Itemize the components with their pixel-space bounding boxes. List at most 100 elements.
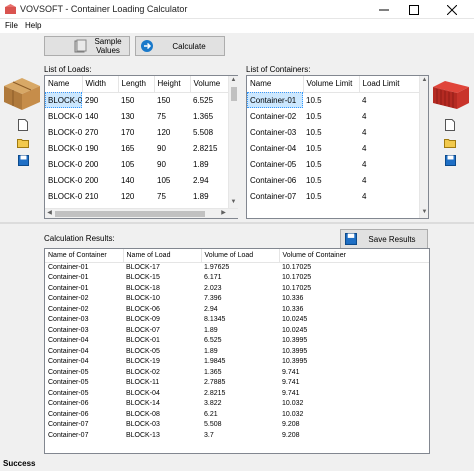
save-containers-button[interactable]	[444, 154, 456, 166]
results-table[interactable]: Name of Container Name of Load Volume of L…	[44, 248, 430, 454]
table-row[interactable]: Container-01 BLOCK-18 2.023 10.17025	[45, 283, 429, 294]
column-header[interactable]: Volume Limit	[303, 76, 360, 93]
containers-table[interactable]: Name Volume Limit Load Limit Container-01 1…	[246, 75, 429, 219]
horizontal-splitter[interactable]	[0, 222, 474, 224]
calculate-label: Calculate	[172, 41, 206, 51]
menu-help[interactable]: Help	[25, 21, 41, 30]
loads-vertical-scrollbar[interactable]: ▲ ▼	[228, 76, 238, 208]
table-row[interactable]: BLOCK-03270 170 120 5.508	[45, 124, 229, 140]
table-cell: 5.508	[204, 421, 222, 429]
maximize-button[interactable]	[399, 0, 429, 19]
table-row[interactable]: Container-04 BLOCK-01 6.525 10.3995	[45, 336, 429, 347]
vertical-splitter[interactable]	[238, 62, 241, 222]
column-header[interactable]: Name of Container	[45, 249, 124, 263]
save-icon	[444, 154, 456, 166]
table-cell: 2.023	[204, 284, 222, 292]
table-row[interactable]: Container-07 BLOCK-13 3.7 9.208	[45, 430, 429, 441]
table-cell: 3.822	[204, 400, 222, 408]
table-cell: 105	[121, 159, 135, 169]
table-row[interactable]: Container-01 10.5 4	[247, 92, 419, 108]
table-row[interactable]: BLOCK-05200 105 90 1.89	[45, 156, 229, 172]
table-cell: Container-07	[250, 191, 297, 201]
close-button[interactable]	[429, 0, 474, 19]
table-row[interactable]: Container-04 BLOCK-19 1.9845 10.3995	[45, 357, 429, 368]
table-cell: BLOCK-10	[126, 295, 160, 303]
column-header[interactable]: Volume of Container	[279, 249, 429, 263]
table-row[interactable]: Container-02 BLOCK-10 7.396 10.336	[45, 294, 429, 305]
table-cell: Container-05	[48, 389, 89, 397]
table-cell: 90	[157, 143, 166, 153]
loads-horizontal-scrollbar[interactable]: ◀ ▶	[45, 208, 238, 218]
new-loads-button[interactable]	[17, 119, 29, 131]
column-header[interactable]: Volume of Load	[201, 249, 280, 263]
table-row[interactable]: Container-05 BLOCK-02 1.365 9.741	[45, 367, 429, 378]
table-row[interactable]: Container-05 BLOCK-11 2.7885 9.741	[45, 378, 429, 389]
table-cell: BLOCK-13	[126, 431, 160, 439]
table-cell: BLOCK-15	[126, 274, 160, 282]
table-row[interactable]: Container-06 BLOCK-08 6.21 10.032	[45, 409, 429, 420]
table-row[interactable]: Container-04 BLOCK-05 1.89 10.3995	[45, 346, 429, 357]
table-row[interactable]: BLOCK-02140 130 75 1.365	[45, 108, 229, 124]
table-row[interactable]: BLOCK-06200 140 105 2.94	[45, 172, 229, 188]
table-cell: 90	[157, 159, 166, 169]
column-header[interactable]: Load Limit	[359, 76, 420, 93]
column-header[interactable]: Volume	[190, 76, 230, 93]
column-header[interactable]: Length	[118, 76, 155, 93]
table-cell: 7.396	[204, 295, 222, 303]
table-cell: 1.365	[204, 368, 222, 376]
table-row[interactable]: Container-03 BLOCK-09 8.1345 10.0245	[45, 315, 429, 326]
open-containers-button[interactable]	[444, 137, 456, 149]
table-row[interactable]: Container-06 BLOCK-14 3.822 10.032	[45, 399, 429, 410]
table-row[interactable]: Container-01 BLOCK-15 6.171 10.17025	[45, 273, 429, 284]
save-loads-button[interactable]	[17, 154, 29, 166]
table-cell: BLOCK-18	[126, 284, 160, 292]
table-row[interactable]: Container-03 BLOCK-07 1.89 10.0245	[45, 325, 429, 336]
new-containers-button[interactable]	[444, 119, 456, 131]
table-cell: Container-02	[250, 111, 297, 121]
container-icon	[433, 81, 469, 109]
column-header[interactable]: Name of Load	[123, 249, 202, 263]
table-cell: 200	[85, 159, 99, 169]
table-row[interactable]: Container-05 BLOCK-04 2.8215 9.741	[45, 388, 429, 399]
table-cell: 6.525	[193, 95, 214, 105]
table-cell: Container-04	[48, 337, 89, 345]
calculate-button[interactable]: Calculate	[135, 36, 225, 56]
table-cell: Container-05	[48, 379, 89, 387]
maximize-icon	[409, 4, 419, 15]
table-cell: 1.89	[193, 191, 209, 201]
table-cell: BLOCK-08	[126, 410, 160, 418]
column-header[interactable]: Height	[154, 76, 191, 93]
table-row[interactable]: Container-02 10.5 4	[247, 108, 419, 124]
table-row[interactable]: Container-04 10.5 4	[247, 140, 419, 156]
loads-table[interactable]: NameWidthLengthHeightVolume BLOCK-01290 1…	[44, 75, 239, 219]
table-row[interactable]: Container-02 BLOCK-06 2.94 10.336	[45, 304, 429, 315]
table-cell: 4	[362, 143, 367, 153]
sample-values-button[interactable]: Sample Values	[44, 36, 130, 56]
column-header[interactable]: Width	[82, 76, 119, 93]
table-row[interactable]: Container-03 10.5 4	[247, 124, 419, 140]
open-loads-button[interactable]	[17, 137, 29, 149]
containers-vertical-scrollbar[interactable]: ▲ ▼	[419, 76, 428, 218]
table-cell: 10.5	[306, 191, 322, 201]
table-row[interactable]: BLOCK-07210 120 75 1.89	[45, 188, 229, 204]
menu-file[interactable]: File	[5, 21, 18, 30]
table-row[interactable]: Container-01 BLOCK-17 1.97625 10.17025	[45, 262, 429, 273]
save-results-button[interactable]: Save Results	[340, 229, 428, 249]
table-row[interactable]: Container-07 BLOCK-03 5.508 9.208	[45, 420, 429, 431]
table-row[interactable]: Container-06 10.5 4	[247, 172, 419, 188]
table-cell: BLOCK-02	[48, 111, 82, 121]
table-cell: 150	[121, 95, 135, 105]
table-row[interactable]: Container-05 10.5 4	[247, 156, 419, 172]
table-row[interactable]: Container-07 10.5 4	[247, 188, 419, 204]
table-cell: 9.741	[282, 368, 300, 376]
column-header[interactable]: Name	[45, 76, 83, 93]
column-header[interactable]: Name	[247, 76, 304, 93]
table-row[interactable]: BLOCK-01290 150 150 6.525	[45, 92, 229, 108]
app-icon	[5, 4, 16, 14]
table-row[interactable]: BLOCK-04190 165 90 2.8215	[45, 140, 229, 156]
table-cell: BLOCK-03	[126, 421, 160, 429]
table-cell: 200	[85, 175, 99, 185]
minimize-button[interactable]	[369, 0, 399, 19]
table-cell: 170	[121, 127, 135, 137]
table-cell: 10.032	[282, 410, 304, 418]
